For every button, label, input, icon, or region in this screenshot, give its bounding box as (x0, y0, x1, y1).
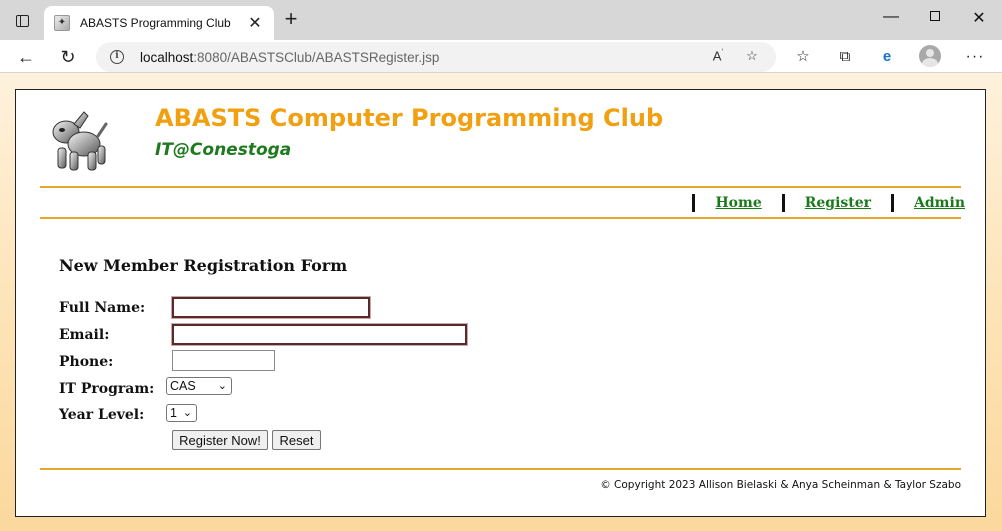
chevron-down-icon: ⌄ (182, 407, 192, 419)
tab-actions-button[interactable] (10, 10, 34, 32)
window-close-icon[interactable]: ✕ (964, 8, 994, 28)
reset-button[interactable]: Reset (272, 430, 321, 450)
profile-avatar[interactable] (919, 45, 941, 67)
read-aloud-icon[interactable]: Aʼ (708, 48, 728, 64)
tab-title: ABASTS Programming Club (80, 16, 231, 30)
new-tab-icon[interactable]: + (280, 8, 302, 31)
url-host: localhost (140, 49, 194, 65)
it-program-select[interactable]: CAS ⌄ (166, 377, 232, 395)
nav-home-link[interactable]: Home (715, 195, 761, 211)
browser-essentials-icon[interactable]: e (876, 46, 898, 68)
tab-actions-icon (15, 15, 29, 27)
full-name-field[interactable] (172, 297, 370, 318)
site-info-icon[interactable]: i (110, 50, 124, 64)
form-title: New Member Registration Form (59, 256, 348, 275)
tab-close-icon[interactable]: ✕ (246, 13, 264, 33)
year-level-select[interactable]: 1 ⌄ (166, 404, 197, 422)
add-favorite-icon[interactable]: ☆ (742, 48, 762, 64)
url-path: :8080/ABASTSClub/ABASTSRegister.jsp (193, 49, 440, 65)
browser-tab-bar: ✦ ABASTS Programming Club ✕ + — ✕ (0, 0, 1002, 40)
nav-separator (692, 194, 696, 212)
year-level-label: Year Level: (59, 407, 145, 423)
it-program-label: IT Program: (59, 381, 155, 397)
phone-label: Phone: (59, 354, 114, 370)
page-container: ABASTS Computer Programming Club IT@Cone… (15, 89, 986, 517)
site-subtitle: IT@Conestoga (155, 140, 292, 160)
it-program-value: CAS (170, 379, 196, 393)
header-divider-bottom (40, 217, 961, 219)
phone-field[interactable] (172, 350, 275, 371)
main-nav: Home Register Admin (672, 193, 965, 213)
nav-register-link[interactable]: Register (805, 195, 871, 211)
more-menu-icon[interactable]: ··· (964, 46, 986, 68)
copyright-text: © Copyright 2023 Allison Bielaski & Anya… (600, 479, 961, 491)
footer-divider (40, 468, 961, 470)
browser-tab[interactable]: ✦ ABASTS Programming Club ✕ (44, 6, 274, 40)
back-arrow-icon[interactable]: ← (14, 45, 38, 69)
refresh-icon[interactable]: ↻ (56, 45, 80, 69)
email-field[interactable] (172, 324, 467, 345)
favicon-icon: ✦ (54, 15, 70, 31)
chevron-down-icon: ⌄ (217, 380, 227, 392)
full-name-label: Full Name: (59, 300, 146, 316)
header-divider-top (40, 186, 961, 188)
nav-separator (781, 194, 785, 212)
browser-toolbar: ← ↻ i localhost:8080/ABASTSClub/ABASTSRe… (0, 40, 1002, 73)
email-label: Email: (59, 327, 110, 343)
maximize-icon[interactable] (920, 8, 950, 26)
nav-admin-link[interactable]: Admin (914, 195, 965, 211)
site-title: ABASTS Computer Programming Club (155, 104, 664, 132)
nav-separator (891, 194, 895, 212)
collections-icon[interactable]: ⧉ (834, 46, 856, 68)
favorites-icon[interactable]: ☆ (792, 46, 814, 68)
robot-dog-logo (52, 111, 108, 171)
register-button[interactable]: Register Now! (172, 430, 268, 450)
address-bar[interactable]: i localhost:8080/ABASTSClub/ABASTSRegist… (96, 42, 776, 72)
year-level-value: 1 (170, 406, 177, 420)
minimize-icon[interactable]: — (876, 8, 906, 26)
url-text: localhost:8080/ABASTSClub/ABASTSRegister… (140, 50, 439, 65)
